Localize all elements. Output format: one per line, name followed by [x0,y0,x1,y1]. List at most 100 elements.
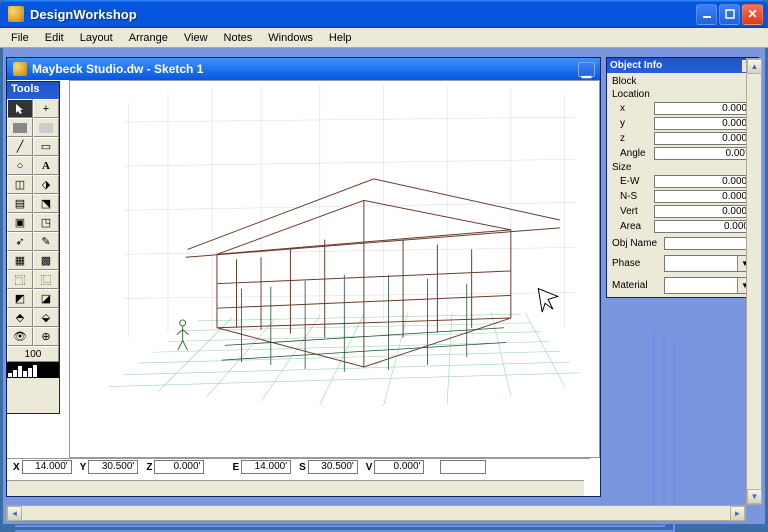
tool-crosshair[interactable]: + [33,99,59,118]
tool-line[interactable]: ╱ [7,137,33,156]
coord-label-e: E [230,462,241,473]
block-label: Block [612,75,753,88]
loc-y-field[interactable]: 0.000' [654,117,753,130]
document-icon [13,62,27,76]
tool-grid-b[interactable]: ▩ [33,251,59,270]
tool-persp-b[interactable]: ⿺ [33,270,59,289]
coord-label-y: Y [78,462,89,473]
tool-3d-a[interactable]: ⬘ [7,308,33,327]
object-info-title-bar[interactable]: Object Info ✕ [607,58,758,73]
tool-arrow[interactable] [7,99,33,118]
coord-label-z: Z [144,462,154,473]
coord-extra[interactable] [440,460,486,474]
objname-field[interactable] [664,237,753,250]
angle-field[interactable]: 0.00° [654,147,753,160]
window-title-bar: DesignWorkshop ✕ [0,0,768,28]
menu-windows[interactable]: Windows [261,30,320,46]
area-field[interactable]: 0.000 [654,220,753,233]
scroll-down-button[interactable]: ▼ [747,489,762,504]
ns-label: N-S [612,191,654,202]
app-icon [8,6,24,22]
phase-select[interactable]: ▼ [664,255,753,272]
material-label: Material [612,280,664,291]
drawing-canvas[interactable] [69,80,600,458]
menu-file[interactable]: File [4,30,36,46]
menu-view[interactable]: View [177,30,215,46]
location-label: Location [612,88,753,101]
objname-label: Obj Name [612,238,664,249]
tools-title[interactable]: Tools [7,82,59,99]
menu-bar: File Edit Layout Arrange View Notes Wind… [0,28,768,48]
coord-v[interactable]: 0.000' [374,460,424,474]
tool-3d-b[interactable]: ⬙ [33,308,59,327]
tool-cube-a[interactable]: ◩ [7,289,33,308]
close-button[interactable]: ✕ [742,4,763,25]
tool-box1[interactable]: ▣ [7,213,33,232]
zoom-value[interactable]: 100 [7,346,59,362]
workspace-scrollbar-vertical[interactable]: ▲ ▼ [746,58,762,505]
tool-brush[interactable]: ✎ [33,232,59,251]
phase-label: Phase [612,258,664,269]
tool-rect[interactable]: ▭ [33,137,59,156]
tool-eyedropper[interactable]: ➶ [7,232,33,251]
document-scrollbar-horizontal[interactable] [7,480,584,496]
tools-palette[interactable]: Tools + ╱ ▭ ○ A ◫ ⬗ ▤ ⬔ ▣ ◳ ➶ ✎ ▦ ▩ ⿹ ⿺ … [6,81,60,414]
area-label: Area [612,221,654,232]
tool-hatch-dense[interactable] [7,118,33,137]
ew-label: E-W [612,176,654,187]
tool-target[interactable]: ⊕ [33,327,59,346]
workspace-scrollbar-horizontal[interactable]: ◄ ► [6,505,746,521]
ns-field[interactable]: 0.000' [654,190,753,203]
coord-label-s: S [297,462,308,473]
coord-label-x: X [11,462,22,473]
mdi-workspace: Maybeck Studio.dw - Sketch 1 ▁ [3,48,765,524]
ew-field[interactable]: 0.000' [654,175,753,188]
scroll-up-button[interactable]: ▲ [747,59,762,74]
tool-extrude[interactable]: ⬗ [33,175,59,194]
menu-notes[interactable]: Notes [217,30,260,46]
object-info-title: Object Info [610,60,742,71]
loc-x-label: x [612,103,654,114]
document-window: Maybeck Studio.dw - Sketch 1 ▁ [6,57,601,497]
coord-z[interactable]: 0.000' [154,460,204,474]
coord-label-v: V [364,462,375,473]
document-title-bar[interactable]: Maybeck Studio.dw - Sketch 1 ▁ [7,58,600,80]
tool-cube-b[interactable]: ◪ [33,289,59,308]
tool-wall[interactable]: ▤ [7,194,33,213]
loc-y-label: y [612,118,654,129]
document-title: Maybeck Studio.dw - Sketch 1 [32,62,578,76]
menu-arrange[interactable]: Arrange [122,30,175,46]
object-info-panel[interactable]: Object Info ✕ Block Location x0.000' y0.… [606,57,759,298]
menu-edit[interactable]: Edit [38,30,71,46]
tool-box2[interactable]: ◳ [33,213,59,232]
menu-layout[interactable]: Layout [73,30,120,46]
tool-cube[interactable]: ◫ [7,175,33,194]
scroll-right-button[interactable]: ► [730,506,745,521]
tool-histogram [7,362,59,378]
app-title: DesignWorkshop [30,7,696,22]
loc-x-field[interactable]: 0.000' [654,102,753,115]
vert-field[interactable]: 0.000' [654,205,753,218]
vert-label: Vert [612,206,654,217]
coord-e[interactable]: 14.000' [241,460,291,474]
document-minimize-button[interactable]: ▁ [578,62,595,77]
material-select[interactable]: ▼ [664,277,753,294]
tool-eye[interactable]: 👁 [7,327,33,346]
size-label: Size [612,161,753,174]
loc-z-field[interactable]: 0.000' [654,132,753,145]
scroll-left-button[interactable]: ◄ [7,506,22,521]
tool-persp-a[interactable]: ⿹ [7,270,33,289]
coordinates-bar: X 14.000' Y 30.500' Z 0.000' E 14.000' S… [7,458,590,475]
coord-s[interactable]: 30.500' [308,460,358,474]
tool-hatch-dots[interactable] [33,118,59,137]
menu-help[interactable]: Help [322,30,359,46]
coord-y[interactable]: 30.500' [88,460,138,474]
coord-x[interactable]: 14.000' [22,460,72,474]
tool-text[interactable]: A [33,156,59,175]
minimize-button[interactable] [696,4,717,25]
maximize-button[interactable] [719,4,740,25]
loc-z-label: z [612,133,654,144]
tool-roof[interactable]: ⬔ [33,194,59,213]
tool-circle[interactable]: ○ [7,156,33,175]
tool-grid-a[interactable]: ▦ [7,251,33,270]
